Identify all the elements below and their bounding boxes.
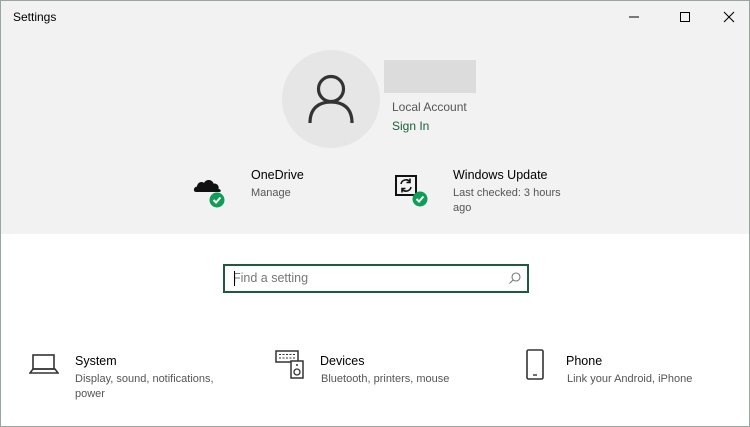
windows-update-icon: [395, 175, 428, 207]
title-bar[interactable]: Settings: [1, 1, 749, 33]
sign-in-link[interactable]: Sign In: [392, 119, 429, 133]
system-desc-line1: Display, sound, notifications,: [75, 373, 214, 385]
phone-icon: [526, 349, 544, 380]
system-title: System: [75, 354, 117, 368]
maximize-button[interactable]: [662, 1, 708, 33]
account-name-redacted: [384, 60, 476, 93]
search-box[interactable]: [223, 264, 529, 293]
onedrive-subtitle: Manage: [251, 187, 291, 199]
close-button[interactable]: [706, 1, 749, 33]
account-type-label: Local Account: [392, 100, 467, 114]
text-caret: [234, 271, 235, 286]
phone-title: Phone: [566, 354, 603, 368]
devices-icon: [275, 350, 304, 379]
minimize-button[interactable]: [611, 1, 657, 33]
avatar[interactable]: [282, 50, 380, 148]
search-icon: [509, 272, 521, 284]
search-input[interactable]: [233, 268, 501, 288]
windows-update-title: Windows Update: [453, 168, 548, 182]
account-header: Local Account Sign In OneDrive Manage Wi…: [1, 33, 749, 234]
user-icon: [308, 74, 354, 124]
devices-title: Devices: [320, 354, 365, 368]
onedrive-title: OneDrive: [251, 168, 304, 182]
windows-update-subtitle-line2: ago: [453, 202, 472, 214]
settings-window: Settings Local Account Sign In OneDrive …: [0, 0, 750, 427]
window-title: Settings: [13, 10, 57, 24]
laptop-icon: [29, 354, 59, 374]
devices-desc: Bluetooth, printers, mouse: [321, 373, 450, 385]
windows-update-subtitle-line1: Last checked: 3 hours: [453, 187, 561, 199]
minimize-icon: [629, 16, 639, 18]
system-desc-line2: power: [75, 388, 105, 400]
close-icon: [723, 11, 735, 23]
onedrive-icon: [193, 180, 225, 208]
maximize-icon: [680, 12, 690, 22]
phone-desc: Link your Android, iPhone: [567, 373, 693, 385]
